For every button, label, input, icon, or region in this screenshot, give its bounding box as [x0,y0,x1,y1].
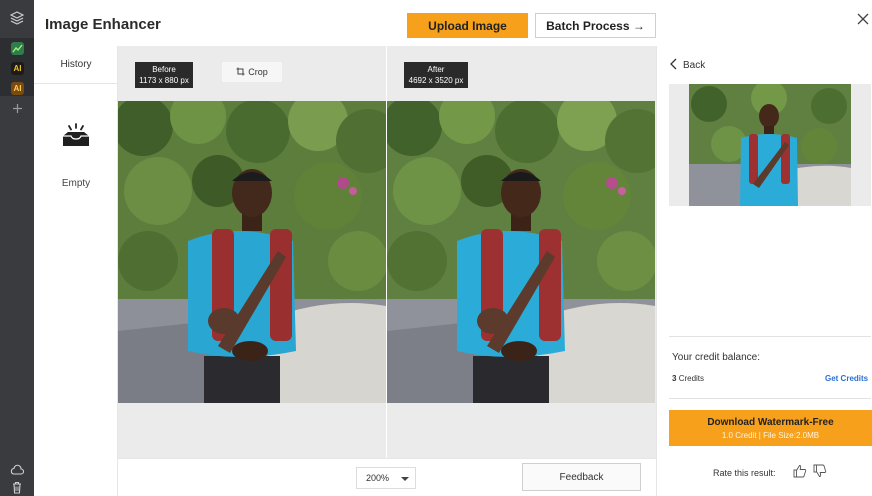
crop-icon [236,67,245,78]
download-subtitle: 1.0 Credit | File Size:2.0MB [721,430,820,440]
after-label: After [427,65,445,74]
crop-label: Crop [248,67,268,77]
stack-layers-icon[interactable] [9,10,25,26]
download-watermark-free-button[interactable]: Download Watermark-Free 1.0 Credit | Fil… [669,410,872,446]
caret-down-icon [401,477,409,481]
credit-count: 3 Credits [672,374,704,383]
after-size: 4692 x 3520 px [408,76,464,85]
get-credits-link[interactable]: Get Credits [825,374,868,383]
credit-balance-title: Your credit balance: [672,352,761,363]
result-preview [669,84,871,206]
download-title: Download Watermark-Free [707,416,834,428]
before-label: Before [152,65,176,74]
before-size: 1173 x 880 px [139,76,189,85]
chevron-left-icon [669,58,677,73]
history-panel: History Empty [34,46,118,496]
crop-button[interactable]: Crop [222,62,282,82]
add-icon[interactable] [9,100,25,116]
rate-result-label: Rate this result: [713,468,776,478]
app-rail: AI AI [0,0,34,496]
zoom-value: 200% [366,473,390,483]
upload-image-button[interactable]: Upload Image [407,13,528,38]
credit-number: 3 [672,374,677,383]
comparison-viewer[interactable]: Before 1173 x 880 px Crop After 4692 x 3… [118,46,656,458]
viewer-toolbar: 200% Feedback [118,458,656,496]
tab-history[interactable]: History [34,46,118,84]
after-badge: After 4692 x 3520 px [404,62,468,88]
compare-divider[interactable] [386,46,387,458]
back-link[interactable]: Back [669,58,705,73]
app-thumb-ai-orange-icon[interactable]: AI [11,82,24,95]
thumbs-down-icon[interactable] [813,464,827,478]
feedback-button[interactable]: Feedback [522,463,641,491]
history-empty-label: Empty [61,178,91,189]
app-thumb-ai-dark-icon[interactable]: AI [11,62,24,75]
batch-process-button[interactable]: Batch Process → [535,13,656,38]
after-photo [387,101,655,403]
credit-unit: Credits [678,374,705,383]
result-panel: Back Your credit balance: 3 Credits Get … [656,46,872,496]
zoom-select[interactable]: 200% [356,467,416,489]
thumbs-up-icon[interactable] [793,464,807,478]
back-label: Back [683,60,706,71]
before-photo [118,101,386,403]
divider [669,336,871,337]
trash-icon[interactable] [9,479,25,495]
app-title: Image Enhancer [45,16,161,33]
empty-tray-icon [61,122,91,148]
before-badge: Before 1173 x 880 px [135,62,193,88]
cloud-icon[interactable] [9,462,25,478]
app-thumb-green-icon[interactable] [11,42,24,55]
close-icon[interactable] [856,12,870,26]
divider [669,398,871,399]
